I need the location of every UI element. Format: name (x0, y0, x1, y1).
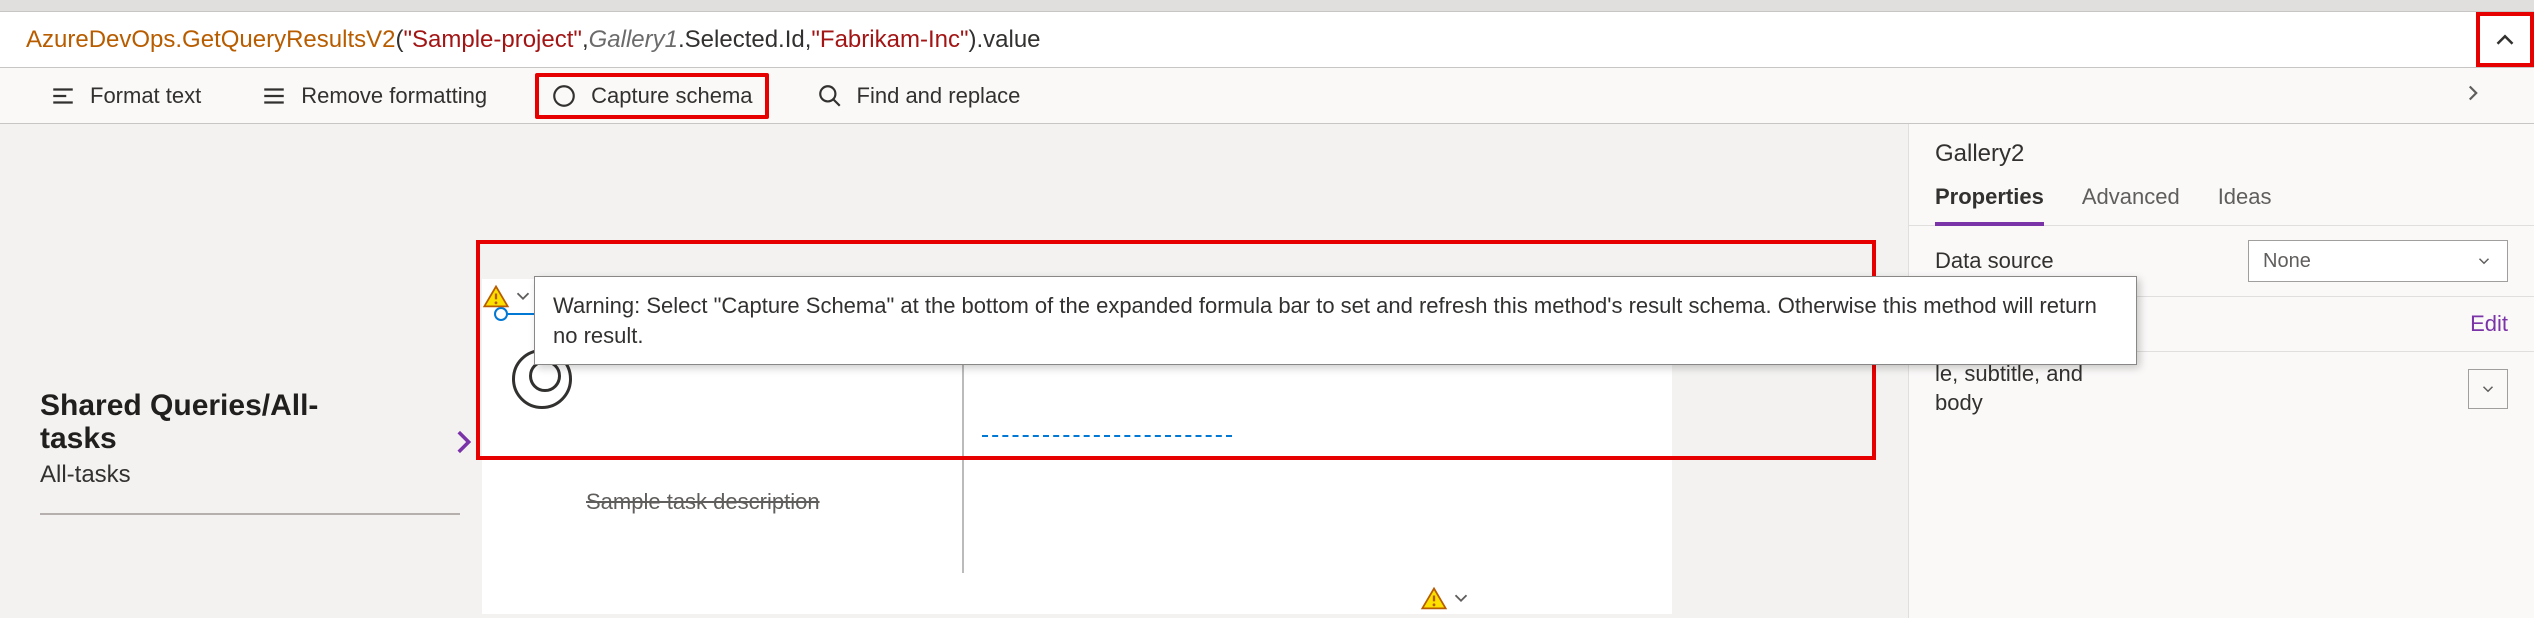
datasource-label: Data source (1935, 248, 2248, 274)
formula-toolbar: Format text Remove formatting Capture sc… (0, 68, 2534, 124)
chevron-down-icon (2475, 252, 2493, 270)
chevron-right-icon (2460, 80, 2486, 106)
warning-dropdown[interactable] (1450, 587, 1472, 614)
format-text-button[interactable]: Format text (38, 77, 213, 115)
datasource-value: None (2263, 250, 2311, 273)
formula-bar-wrapper: AzureDevOps.GetQueryResultsV2("Sample-pr… (0, 12, 2534, 68)
left-item-title-line2: tasks (40, 422, 460, 455)
remove-formatting-label: Remove formatting (301, 83, 487, 109)
capture-schema-label: Capture schema (591, 83, 752, 109)
properties-panel: Gallery2 Properties Advanced Ideas Data … (1908, 124, 2534, 618)
search-icon (817, 83, 843, 109)
left-item-subtitle: All-tasks (40, 461, 460, 489)
left-item-chevron[interactable] (446, 425, 480, 464)
format-text-label: Format text (90, 83, 201, 109)
side-panel-tabs: Properties Advanced Ideas (1909, 174, 2534, 226)
gallery-item[interactable]: Sample task description (502, 339, 942, 579)
warning-icon (1420, 585, 1448, 613)
find-replace-label: Find and replace (857, 83, 1021, 109)
tab-properties[interactable]: Properties (1935, 184, 2044, 226)
datasource-select[interactable]: None (2248, 240, 2508, 282)
formula-function: AzureDevOps.GetQueryResultsV2 (26, 26, 395, 54)
warning-icon (482, 283, 510, 311)
warning-dropdown[interactable] (512, 285, 534, 312)
fields-edit-link[interactable]: Edit (2470, 311, 2508, 337)
formula-bar[interactable]: AzureDevOps.GetQueryResultsV2("Sample-pr… (0, 12, 2476, 67)
canvas-area[interactable]: Shared Queries/All- tasks All-tasks Samp… (0, 124, 1908, 618)
chevron-down-icon (2479, 380, 2497, 398)
struck-text: Sample task description (586, 489, 820, 515)
expand-formula-button[interactable] (2476, 12, 2534, 67)
capture-schema-icon (551, 83, 577, 109)
remove-formatting-icon (261, 83, 287, 109)
find-replace-button[interactable]: Find and replace (805, 77, 1033, 115)
chevron-up-icon (2490, 25, 2520, 55)
layout-select[interactable] (2468, 369, 2508, 409)
warning-badge[interactable] (1420, 585, 1448, 613)
chevron-down-icon (512, 285, 534, 307)
format-text-icon (50, 83, 76, 109)
chevron-down-icon (1450, 587, 1472, 609)
chevron-right-icon (446, 425, 480, 459)
warning-tooltip: Warning: Select "Capture Schema" at the … (534, 276, 2137, 365)
tab-advanced[interactable]: Advanced (2082, 184, 2180, 225)
remove-formatting-button[interactable]: Remove formatting (249, 77, 499, 115)
capture-schema-button[interactable]: Capture schema (535, 73, 768, 119)
left-item-title-line1: Shared Queries/All- (40, 389, 460, 422)
warning-badge[interactable] (482, 283, 510, 311)
layout-label: le, subtitle, and body (1935, 360, 2468, 417)
collapse-toolbar-button[interactable] (2460, 80, 2486, 111)
warning-tooltip-text: Warning: Select "Capture Schema" at the … (553, 293, 2097, 348)
left-list-item[interactable]: Shared Queries/All- tasks All-tasks (40, 389, 460, 489)
selected-control-name: Gallery2 (1909, 124, 2534, 174)
tab-ideas[interactable]: Ideas (2218, 184, 2272, 225)
